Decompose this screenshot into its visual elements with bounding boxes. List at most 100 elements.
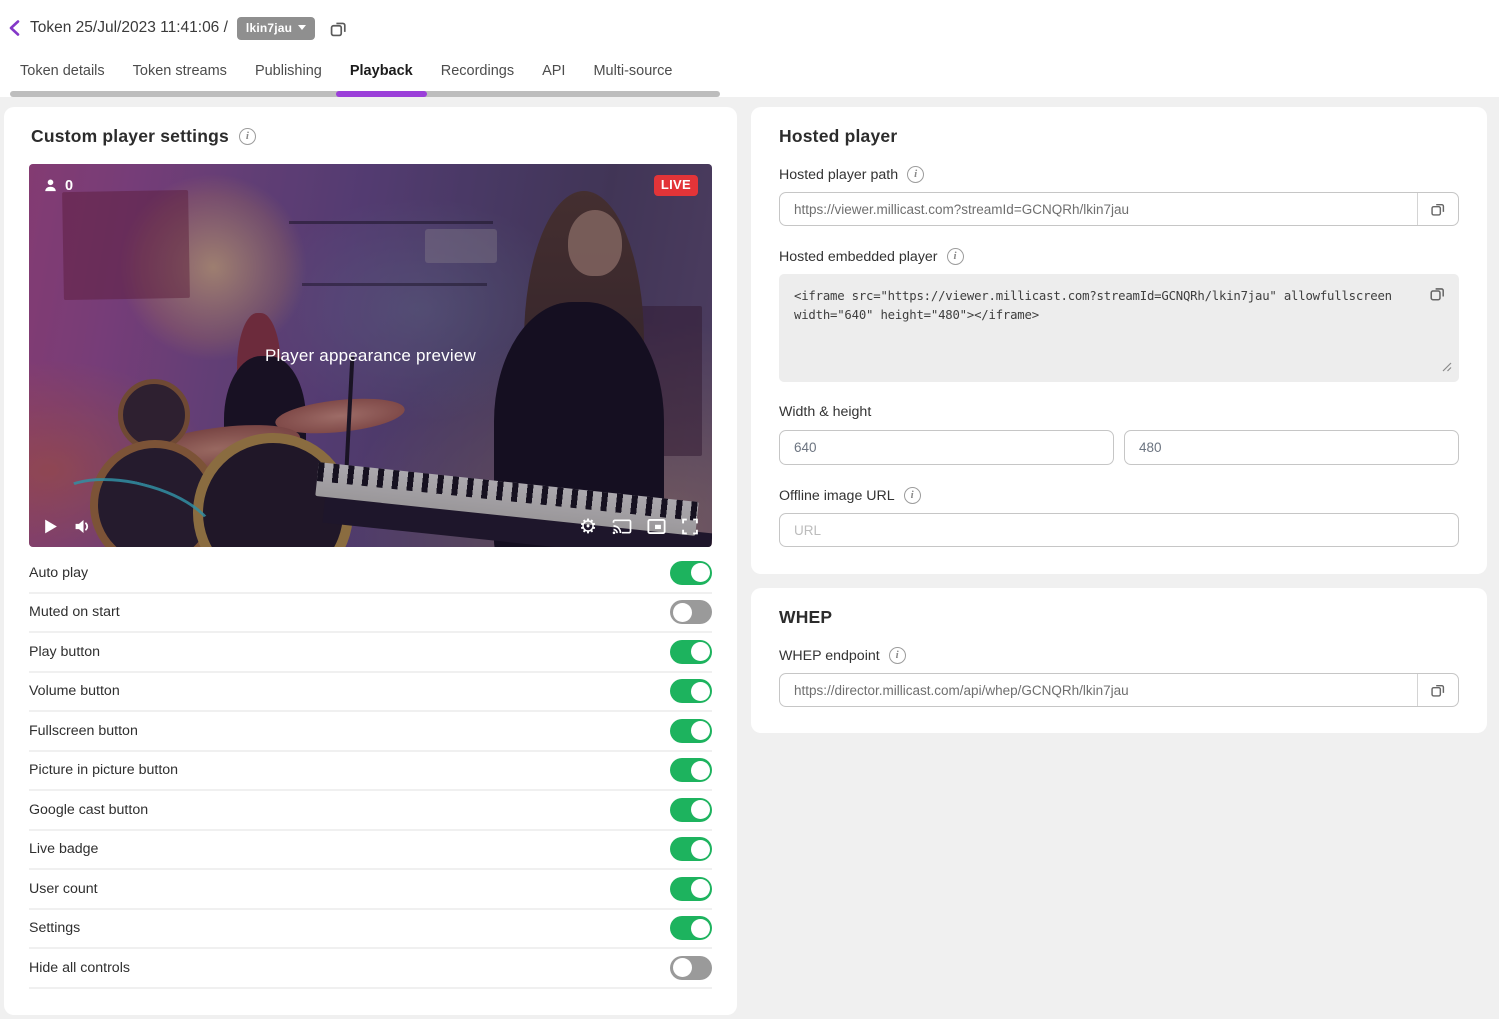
token-name-label: lkin7jau [246, 21, 292, 35]
toggle-knob [691, 642, 710, 661]
hosted-player-path-input[interactable] [780, 193, 1417, 225]
toggle-knob [691, 563, 710, 582]
right-column: Hosted player Hosted player path i Hoste… [751, 107, 1487, 733]
info-icon[interactable]: i [947, 248, 964, 265]
auto-play-toggle[interactable] [670, 561, 712, 585]
whep-title: WHEP [779, 607, 1459, 628]
hide-all-controls-toggle[interactable] [670, 956, 712, 980]
play-button-toggle[interactable] [670, 640, 712, 664]
toggle-label: Auto play [29, 565, 88, 581]
toggle-label: User count [29, 881, 98, 897]
copy-embed-code-button[interactable] [1428, 284, 1447, 308]
fullscreen-icon[interactable] [681, 518, 699, 535]
tab-token-streams[interactable]: Token streams [119, 51, 241, 91]
toggle-row: Hide all controls [29, 949, 712, 989]
live-badge: LIVE [654, 175, 698, 196]
toggle-row: Picture in picture button [29, 752, 712, 792]
hosted-player-card: Hosted player Hosted player path i Hoste… [751, 107, 1487, 574]
toggle-knob [673, 603, 692, 622]
hosted-player-path-label: Hosted player path [779, 167, 898, 183]
toggle-row: Muted on start [29, 594, 712, 634]
picture-in-picture-button-toggle[interactable] [670, 758, 712, 782]
toggle-label: Hide all controls [29, 960, 130, 976]
fullscreen-button-toggle[interactable] [670, 719, 712, 743]
info-icon[interactable]: i [239, 128, 256, 145]
volume-button-toggle[interactable] [670, 679, 712, 703]
copy-token-name-button[interactable] [328, 18, 349, 39]
custom-player-settings-card: Custom player settings i [4, 107, 737, 1015]
offline-image-url-label: Offline image URL [779, 488, 895, 504]
settings-gear-icon[interactable]: ⚙ [579, 516, 597, 536]
toggle-row: Volume button [29, 673, 712, 713]
viewer-count: 0 [43, 178, 73, 194]
app-header: Token 25/Jul/2023 11:41:06 / lkin7jau To… [0, 0, 1499, 97]
muted-on-start-toggle[interactable] [670, 600, 712, 624]
toggle-label: Picture in picture button [29, 762, 178, 778]
tab-api[interactable]: API [528, 51, 579, 91]
info-icon[interactable]: i [907, 166, 924, 183]
toggle-knob [691, 840, 710, 859]
tab-playback[interactable]: Playback [336, 51, 427, 91]
chevron-down-icon [298, 25, 306, 30]
embed-code-textarea[interactable]: <iframe src="https://viewer.millicast.co… [779, 274, 1459, 382]
tab-recordings[interactable]: Recordings [427, 51, 528, 91]
back-chevron-icon[interactable] [8, 20, 21, 36]
player-preview: 0 LIVE Player appearance preview ⚙ [29, 164, 712, 547]
breadcrumb: Token 25/Jul/2023 11:41:06 / lkin7jau [0, 13, 1499, 43]
offline-image-url-input[interactable] [779, 513, 1459, 547]
play-icon[interactable] [42, 518, 59, 535]
whep-endpoint-field [779, 673, 1459, 707]
toggle-row: Fullscreen button [29, 712, 712, 752]
hosted-player-title: Hosted player [779, 126, 1459, 147]
toggle-label: Play button [29, 644, 100, 660]
height-input[interactable] [1124, 430, 1459, 465]
tab-bar-wrap: Token detailsToken streamsPublishingPlay… [6, 51, 686, 97]
toggle-knob [691, 721, 710, 740]
info-icon[interactable]: i [904, 487, 921, 504]
viewer-count-value: 0 [65, 178, 73, 194]
info-icon[interactable]: i [889, 647, 906, 664]
tab-token-details[interactable]: Token details [6, 51, 119, 91]
toggle-label: Fullscreen button [29, 723, 138, 739]
toggle-knob [691, 919, 710, 938]
toggle-knob [691, 879, 710, 898]
toggle-label: Volume button [29, 683, 120, 699]
toggle-knob [691, 682, 710, 701]
toggle-label: Google cast button [29, 802, 148, 818]
main-content: Custom player settings i [0, 97, 1499, 1019]
toggle-row: Settings [29, 910, 712, 950]
tab-publishing[interactable]: Publishing [241, 51, 336, 91]
toggle-row: Live badge [29, 831, 712, 871]
copy-hosted-path-button[interactable] [1417, 193, 1458, 225]
token-name-dropdown[interactable]: lkin7jau [237, 17, 315, 40]
copy-whep-endpoint-button[interactable] [1417, 674, 1458, 706]
tab-bar: Token detailsToken streamsPublishingPlay… [6, 51, 686, 91]
toggle-row: Play button [29, 633, 712, 673]
volume-icon[interactable] [74, 518, 93, 535]
width-height-label: Width & height [779, 404, 871, 420]
size-fields [779, 430, 1459, 465]
cast-icon[interactable] [612, 518, 632, 535]
user-count-toggle[interactable] [670, 877, 712, 901]
whep-card: WHEP WHEP endpoint i [751, 588, 1487, 733]
picture-in-picture-icon[interactable] [647, 518, 666, 535]
width-input[interactable] [779, 430, 1114, 465]
player-toggle-list: Auto play Muted on start Play button Volume… [29, 554, 712, 989]
toggle-row: Auto play [29, 554, 712, 594]
toggle-label: Muted on start [29, 604, 120, 620]
toggle-knob [691, 800, 710, 819]
settings-toggle[interactable] [670, 916, 712, 940]
tab-multi-source[interactable]: Multi-source [579, 51, 686, 91]
live-badge-toggle[interactable] [670, 837, 712, 861]
textarea-resize-handle[interactable] [1442, 359, 1452, 377]
toggle-knob [673, 958, 692, 977]
toggle-row: User count [29, 870, 712, 910]
hosted-embedded-player-label: Hosted embedded player [779, 249, 938, 265]
hosted-player-path-field [779, 192, 1459, 226]
toggle-label: Settings [29, 920, 80, 936]
google-cast-button-toggle[interactable] [670, 798, 712, 822]
whep-endpoint-label: WHEP endpoint [779, 648, 880, 664]
page-title: Token 25/Jul/2023 11:41:06 / [30, 19, 228, 37]
user-icon [43, 178, 58, 193]
whep-endpoint-input[interactable] [780, 674, 1417, 706]
